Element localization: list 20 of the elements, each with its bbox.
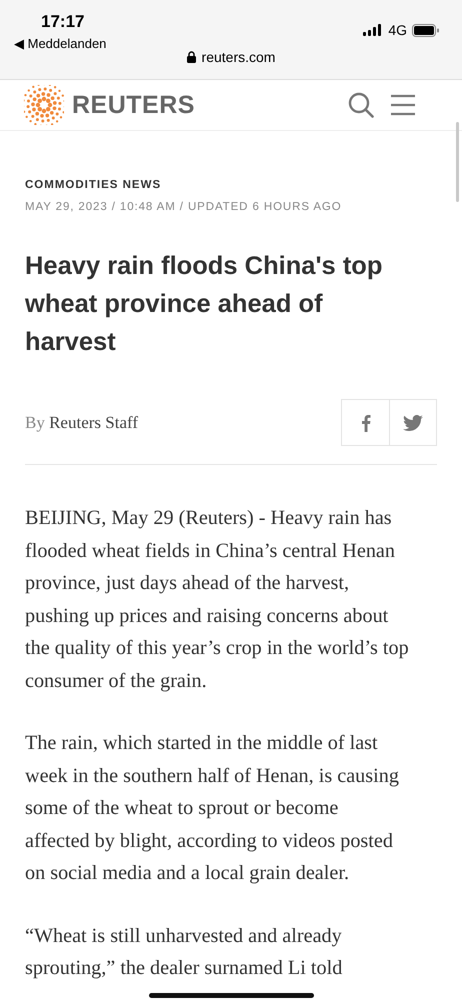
- search-icon[interactable]: [348, 92, 374, 118]
- battery-icon: [412, 24, 440, 36]
- byline: By Reuters Staff: [25, 412, 138, 432]
- brand-name[interactable]: REUTERS: [72, 90, 195, 120]
- body-paragraph: “Wheat is still unharvested and already sprouting,” the dealer surnamed Li told: [25, 924, 342, 981]
- dateline: MAY 29, 2023 / 10:48 AM / UPDATED 6 HOURS AGO: [25, 201, 343, 213]
- section-label[interactable]: COMMODITIES NEWS: [25, 179, 437, 191]
- scrollbar-thumb[interactable]: [456, 122, 459, 202]
- signal-icon: [363, 24, 384, 36]
- body-paragraph: The rain, which started in the middle of last week in the southern half of Henan, is causing some of the wheat to sprout or become affected by blight, according to videos posted on social media and a local grain dealer.: [25, 731, 399, 886]
- headline: Heavy rain floods China's top wheat province ahead of harvest: [25, 251, 384, 358]
- facebook-icon: [360, 414, 370, 432]
- back-to-app-link[interactable]: ◀ Meddelanden: [14, 36, 106, 51]
- dotted-circle-logo-icon: [24, 85, 64, 125]
- body-paragraph: BEIJING, May 29 (Reuters) - Heavy rain has flooded wheat fields in China’s central Henan province, just days ahead of the harvest, pushing up prices and raising concerns about the quality of this year’s crop in the world’s top consumer of the grain.: [25, 506, 409, 694]
- bird-icon: [403, 414, 423, 430]
- menu-icon[interactable]: [390, 94, 416, 116]
- network-label: 4G: [388, 22, 407, 38]
- status-time: 17:17: [41, 12, 86, 32]
- url-text[interactable]: reuters.com: [202, 49, 276, 65]
